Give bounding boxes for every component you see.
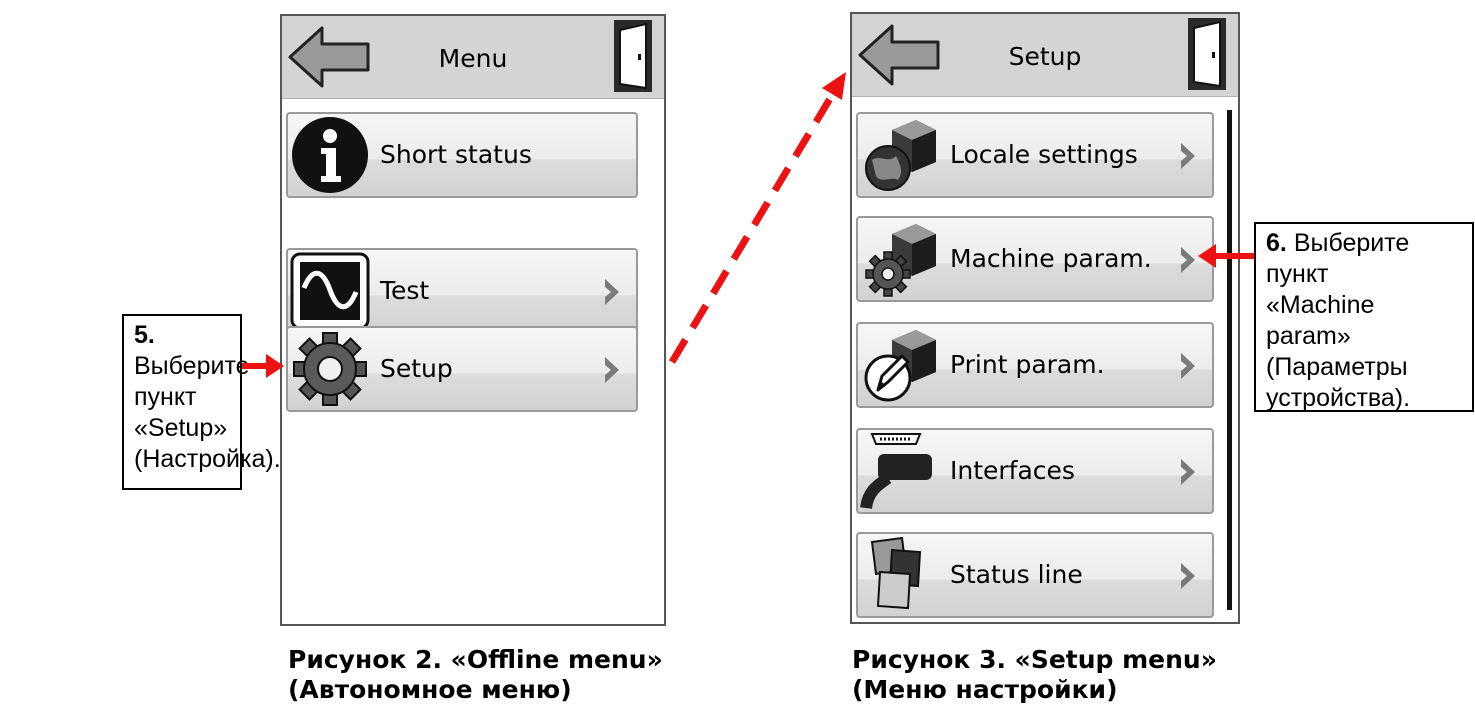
callout-text: Выберите xyxy=(134,352,250,380)
gear-printer-icon xyxy=(865,224,936,297)
callout-text: (Параметры xyxy=(1266,353,1408,381)
setup-title: Setup xyxy=(1008,42,1082,71)
setup-titlebar: Setup xyxy=(852,14,1238,97)
chevron-right-icon xyxy=(1178,244,1198,276)
chevron-right-icon xyxy=(602,276,622,308)
callout-text: пункт xyxy=(134,383,197,411)
pen-printer-icon xyxy=(864,330,936,402)
figure-2-caption: Рисунок 2. «Offline menu» (Автономное ме… xyxy=(288,645,663,705)
setup-item-machine-param[interactable]: Machine param. xyxy=(856,216,1214,302)
cable-icon xyxy=(860,433,932,510)
setup-item-label: Interfaces xyxy=(950,456,1075,485)
callout-text: «Setup» xyxy=(134,414,228,442)
chevron-right-icon xyxy=(1178,560,1198,592)
setup-item-locale-settings[interactable]: Locale settings xyxy=(856,112,1214,198)
callout-text: «Machine xyxy=(1266,291,1375,319)
step-number: 6. xyxy=(1266,229,1287,257)
callout-text: устройства). xyxy=(1266,384,1411,412)
setup-item-label: Print param. xyxy=(950,350,1105,379)
gear-icon xyxy=(293,332,367,406)
chevron-right-icon xyxy=(1178,456,1198,488)
setup-item-label: Locale settings xyxy=(950,140,1138,169)
caption-line: Рисунок 2. «Offline menu» xyxy=(288,645,663,674)
caption-line: (Автономное меню) xyxy=(288,675,572,704)
cards-icon xyxy=(870,536,922,610)
info-icon xyxy=(292,117,368,193)
menu-titlebar: Menu xyxy=(282,16,664,99)
step-5-callout: 5. Выберите пункт «Setup» (Настройка). xyxy=(122,314,281,490)
chevron-right-icon xyxy=(1178,350,1198,382)
menu-title: Menu xyxy=(438,44,508,73)
chevron-right-icon xyxy=(1178,140,1198,172)
callout-text: param» xyxy=(1266,322,1351,350)
chevron-right-icon xyxy=(602,354,622,386)
setup-item-status-line[interactable]: Status line xyxy=(856,532,1214,618)
callout-text: пункт xyxy=(1266,260,1329,288)
caption-line: (Меню настройки) xyxy=(852,675,1118,704)
waveform-icon xyxy=(290,252,370,330)
exit-door-icon[interactable] xyxy=(1186,16,1228,92)
figure-3-caption: Рисунок 3. «Setup menu» (Меню настройки) xyxy=(852,645,1217,705)
menu-item-label: Setup xyxy=(380,354,453,383)
step-6-callout: 6. Выберите пункт «Machine param» (Парам… xyxy=(1254,222,1474,412)
step-number: 5. xyxy=(134,321,155,349)
caption-line: Рисунок 3. «Setup menu» xyxy=(852,645,1217,674)
menu-item-label: Short status xyxy=(380,140,532,169)
menu-item-setup[interactable]: Setup xyxy=(286,326,638,412)
menu-item-short-status[interactable]: Short status xyxy=(286,112,638,198)
scrollbar[interactable] xyxy=(1227,110,1232,610)
setup-menu-screen: Setup Locale settings Machine param. Pri… xyxy=(850,12,1240,624)
menu-item-test[interactable]: Test xyxy=(286,248,638,334)
setup-item-label: Status line xyxy=(950,560,1083,589)
callout-text: Выберите xyxy=(1293,229,1410,257)
offline-menu-screen: Menu Short status Test Setup xyxy=(280,14,666,626)
setup-item-interfaces[interactable]: Interfaces xyxy=(856,428,1214,514)
exit-door-icon[interactable] xyxy=(612,18,654,94)
setup-item-label: Machine param. xyxy=(950,244,1152,273)
menu-item-label: Test xyxy=(380,276,430,305)
globe-printer-icon xyxy=(865,120,936,191)
setup-item-print-param[interactable]: Print param. xyxy=(856,322,1214,408)
dashed-arrow-icon xyxy=(668,72,846,364)
callout-text: (Настройка). xyxy=(134,445,281,473)
